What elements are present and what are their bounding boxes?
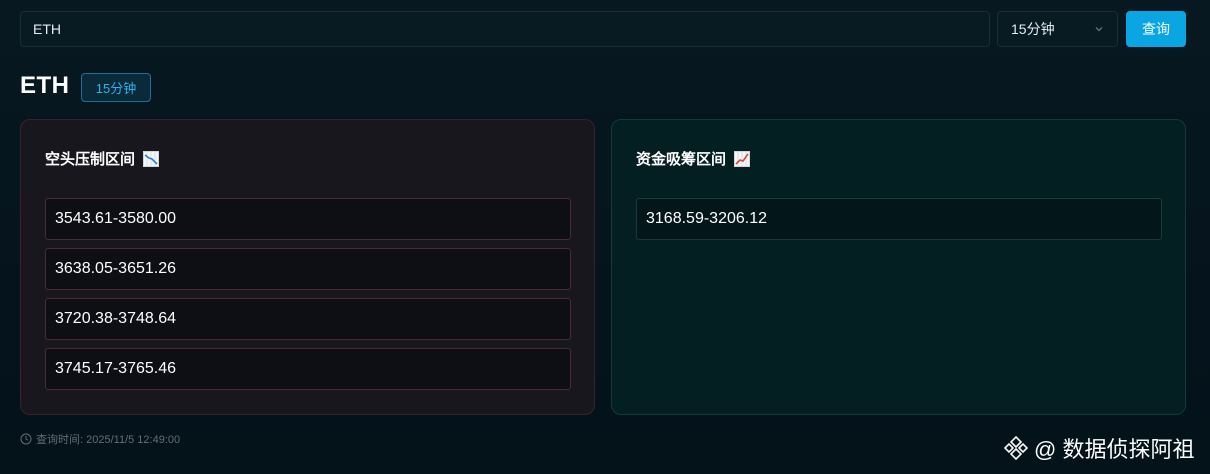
watermark: @ 数据侦探阿祖 [1002, 432, 1194, 464]
query-time: 查询时间: 2025/11/5 12:49:00 [20, 431, 180, 447]
bull-range-item: 3168.59-3206.12 [636, 198, 1162, 240]
bull-panel-title-text: 资金吸筹区间 [636, 151, 727, 168]
bull-range-list: 3168.59-3206.12 [636, 198, 1162, 248]
fund-accumulation-panel: 资金吸筹区间 3168.59-3206.12 [611, 119, 1186, 415]
page: 15分钟 查询 ETH 15分钟 空头压制区间 3543.61-3580.00 … [0, 0, 1210, 474]
chevron-down-icon [1095, 27, 1103, 32]
page-title: ETH [20, 72, 70, 99]
watermark-text: @ 数据侦探阿祖 [1034, 437, 1195, 462]
bear-pressure-panel: 空头压制区间 3543.61-3580.00 3638.05-3651.26 3… [20, 119, 595, 415]
chart-increasing-icon [734, 150, 751, 167]
bear-range-item: 3638.05-3651.26 [45, 248, 571, 290]
symbol-search-input[interactable] [20, 11, 990, 47]
query-time-text: 查询时间: 2025/11/5 12:49:00 [36, 434, 181, 446]
bear-range-item: 3543.61-3580.00 [45, 198, 571, 240]
bear-range-item: 3720.38-3748.64 [45, 298, 571, 340]
interval-select-value: 15分钟 [1011, 21, 1055, 37]
bull-panel-title: 资金吸筹区间 [636, 148, 751, 169]
bear-range-list: 3543.61-3580.00 3638.05-3651.26 3720.38-… [45, 198, 571, 398]
bear-panel-title-text: 空头压制区间 [45, 151, 136, 168]
bear-range-item: 3745.17-3765.46 [45, 348, 571, 390]
binance-logo-icon [1003, 435, 1029, 461]
clock-icon [20, 433, 32, 445]
interval-badge: 15分钟 [81, 73, 151, 102]
query-button[interactable]: 查询 [1126, 11, 1186, 47]
bear-panel-title: 空头压制区间 [45, 148, 160, 169]
interval-select[interactable]: 15分钟 [997, 11, 1118, 47]
chart-decreasing-icon [143, 150, 160, 167]
